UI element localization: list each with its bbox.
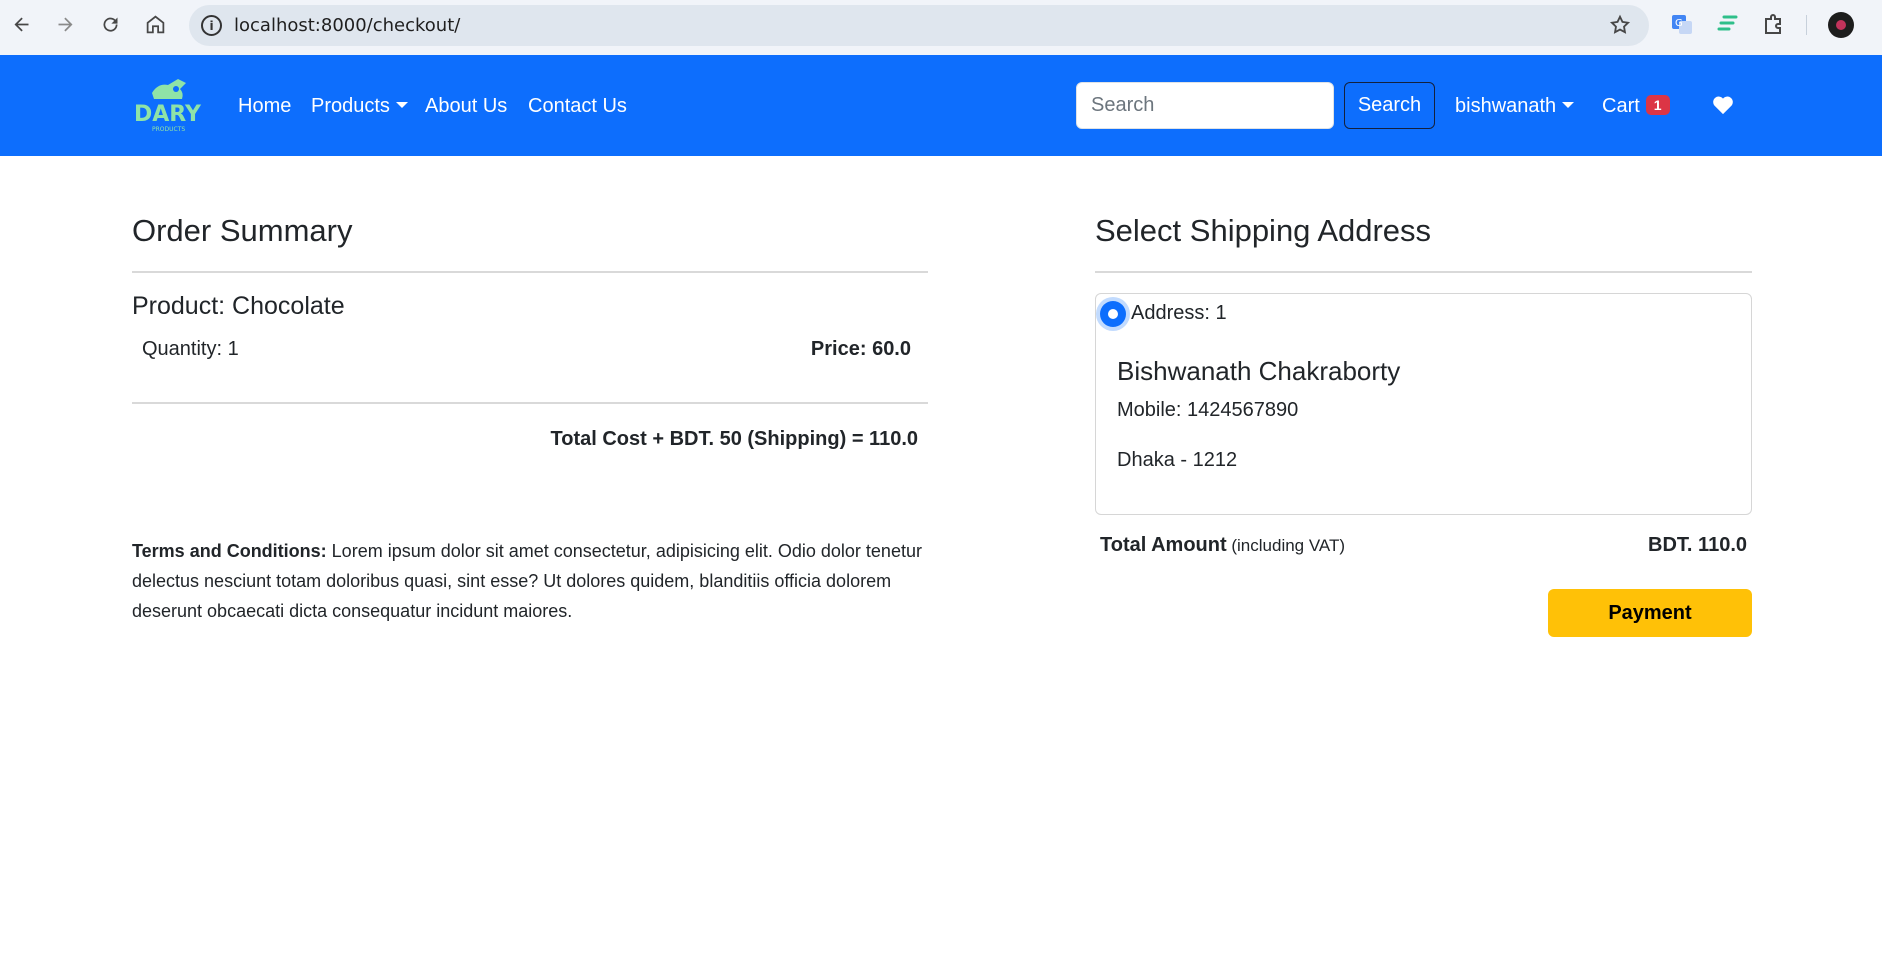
nav-home[interactable]: Home (238, 95, 291, 118)
product-name: Product: Chocolate (132, 292, 345, 320)
brand-logo[interactable]: DARY PRODUCTS (132, 75, 208, 133)
forward-icon[interactable] (52, 9, 78, 39)
terms-and-conditions: Terms and Conditions: Lorem ipsum dolor … (132, 536, 922, 626)
browser-toolbar: i localhost:8000/checkout/ G (0, 0, 1882, 55)
search-button[interactable]: Search (1344, 82, 1435, 129)
divider (132, 402, 928, 404)
search-input[interactable]: Search (1076, 82, 1334, 129)
divider (1095, 271, 1752, 273)
address-bar[interactable]: i localhost:8000/checkout/ (189, 5, 1649, 46)
dropdown-caret-icon (395, 102, 408, 108)
address-name: Bishwanath Chakraborty (1117, 356, 1401, 386)
nav-contact[interactable]: Contact Us (528, 95, 627, 118)
reload-icon[interactable] (97, 9, 123, 39)
site-navbar: DARY PRODUCTS Home Products About Us Con… (0, 55, 1882, 156)
terms-label: Terms and Conditions: (132, 541, 327, 561)
bookmark-star-icon[interactable] (1609, 14, 1631, 36)
dropdown-caret-icon (1562, 102, 1575, 108)
address-mobile: Mobile: 1424567890 (1117, 399, 1299, 421)
divider (132, 271, 928, 273)
address-label[interactable]: Address: 1 (1131, 302, 1227, 325)
total-amount-note: (including VAT) (1226, 536, 1346, 555)
address-card[interactable]: Address: 1 Bishwanath Chakraborty Mobile… (1095, 293, 1752, 515)
back-icon[interactable] (8, 9, 34, 39)
user-menu-dropdown[interactable]: bishwanath (1455, 95, 1575, 118)
total-cost: Total Cost + BDT. 50 (Shipping) = 110.0 (550, 428, 918, 450)
order-summary-heading: Order Summary (132, 213, 353, 248)
payment-button[interactable]: Payment (1548, 589, 1752, 637)
brand-text: DARY (134, 102, 202, 127)
nav-products-dropdown[interactable]: Products (311, 95, 408, 118)
product-price: Price: 60.0 (810, 338, 911, 360)
address-city: Dhaka - 1212 (1117, 449, 1238, 471)
shipping-address-heading: Select Shipping Address (1095, 213, 1432, 248)
user-name: bishwanath (1455, 95, 1557, 117)
cart-count-badge: 1 (1645, 95, 1670, 115)
address-radio[interactable] (1100, 301, 1126, 327)
cart-link[interactable]: Cart 1 (1602, 95, 1670, 118)
total-amount-label: Total Amount (including VAT) (1100, 534, 1345, 557)
toolbar-separator (1806, 15, 1807, 35)
url-text[interactable]: localhost:8000/checkout/ (234, 5, 460, 46)
nav-about[interactable]: About Us (425, 95, 507, 118)
nav-products-label: Products (311, 95, 390, 117)
home-icon[interactable] (142, 9, 168, 39)
total-amount-value: BDT. 110.0 (1648, 534, 1747, 556)
site-info-icon[interactable]: i (201, 15, 222, 36)
wishlist-heart-icon[interactable] (1712, 95, 1734, 115)
cart-label: Cart (1602, 95, 1640, 117)
translate-extension-icon[interactable]: G (1670, 12, 1694, 36)
svg-text:G: G (1675, 18, 1683, 29)
total-amount-title: Total Amount (1100, 534, 1227, 556)
brand-subtext: PRODUCTS (152, 126, 185, 133)
extension-stripes-icon[interactable] (1716, 12, 1740, 36)
extensions-puzzle-icon[interactable] (1762, 12, 1786, 36)
product-quantity: Quantity: 1 (142, 338, 239, 360)
profile-avatar[interactable] (1828, 12, 1854, 38)
